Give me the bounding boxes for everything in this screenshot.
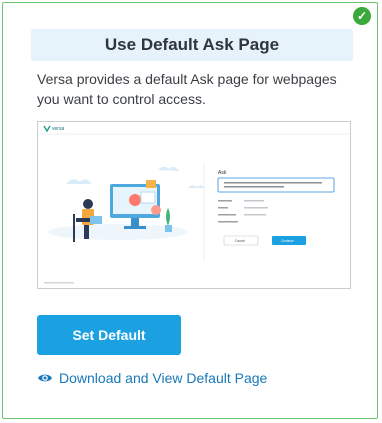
card-description: Versa provides a default Ask page for we… [37, 71, 337, 107]
download-view-default-page-link[interactable]: Download and View Default Page [37, 368, 267, 388]
default-ask-page-card: ✓ Use Default Ask Page Versa provides a … [2, 2, 378, 419]
eye-icon [38, 374, 52, 382]
preview-continue: Continue [281, 239, 294, 243]
download-view-default-page-label: Download and View Default Page [59, 370, 268, 386]
preview-brand: versa [52, 126, 64, 132]
card-title: Use Default Ask Page [31, 29, 353, 61]
set-default-button[interactable]: Set Default [37, 315, 181, 355]
checkmark-circle-icon: ✓ [353, 7, 371, 25]
preview-heading: Ask [218, 170, 227, 176]
ask-page-preview-image: versa Ask Cancel Continue [37, 121, 351, 289]
preview-cancel: Cancel [235, 239, 245, 243]
